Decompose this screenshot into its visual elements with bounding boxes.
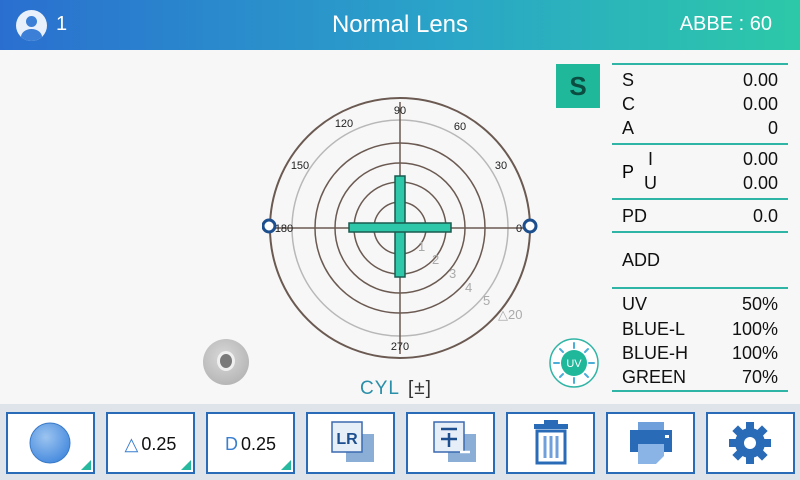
ring-label-3: 3 — [449, 266, 456, 281]
transmission-uv-value: 50% — [741, 294, 778, 314]
angle-label-270: 270 — [391, 341, 409, 353]
angle-label-60: 60 — [454, 121, 466, 133]
diopter-step-button[interactable]: D 0.25 — [206, 412, 295, 474]
divider — [612, 390, 788, 392]
reading-prism-up-label: U — [644, 173, 657, 193]
reading-c-value: 0.00 — [742, 94, 778, 114]
transmission-uv-label: UV — [622, 294, 648, 314]
transmission-green: GREEN 70% — [622, 367, 778, 389]
gear-icon — [729, 422, 771, 464]
mode-badge[interactable]: S — [556, 64, 600, 108]
angle-label-120: 120 — [335, 118, 353, 130]
divider — [612, 63, 788, 65]
diopter-step-value: 0.25 — [240, 434, 277, 454]
ring-label-5: 5 — [483, 293, 490, 308]
divider — [612, 287, 788, 289]
reading-s: S 0.00 — [622, 70, 778, 92]
reading-prism-in-label: I — [648, 149, 654, 169]
left-marker-icon — [262, 218, 277, 234]
transmission-uv: UV 50% — [622, 294, 778, 316]
prism-step-value: 0.25 — [141, 434, 177, 454]
reading-a: A 0 — [622, 118, 778, 140]
reading-prism-up-value: 0.00 — [742, 173, 778, 193]
reading-pd: PD 0.0 — [622, 206, 778, 228]
cyl-sign: [±] — [407, 378, 432, 399]
diopter-step-symbol: D — [224, 434, 238, 454]
plus-minus-icon — [433, 421, 476, 462]
reading-c-label: C — [622, 94, 635, 114]
angle-label-30: 30 — [495, 160, 507, 172]
bottom-toolbar: △ 0.25 D 0.25 LR — [0, 404, 800, 480]
uv-icon-label: UV — [566, 358, 582, 370]
ring-label-4: 4 — [465, 280, 472, 295]
reading-a-label: A — [622, 118, 635, 138]
reading-s-label: S — [622, 70, 635, 90]
transmission-blue-l: BLUE-L 100% — [622, 319, 778, 341]
polar-target-chart: 90 60 30 0 120 150 180 270 1 2 3 4 5 △20 — [262, 97, 538, 359]
reading-c: C 0.00 — [622, 94, 778, 116]
angle-label-0: 0 — [516, 223, 522, 235]
left-right-lens-button[interactable]: LR — [306, 412, 395, 474]
cyl-mode-toggle[interactable]: CYL [±] — [360, 378, 432, 400]
lr-icon: LR — [331, 421, 374, 462]
transmission-blue-l-value: 100% — [731, 319, 778, 339]
divider — [612, 231, 788, 233]
angle-label-150: 150 — [291, 160, 309, 172]
reading-prism-in-value: 0.00 — [742, 149, 778, 169]
reading-add[interactable]: ADD — [622, 250, 778, 272]
transmission-blue-h: BLUE-H 100% — [622, 343, 778, 365]
printer-icon — [630, 422, 672, 464]
print-button[interactable] — [606, 412, 695, 474]
prism-step-button[interactable]: △ 0.25 — [106, 412, 195, 474]
transmission-blue-h-value: 100% — [731, 343, 778, 363]
ring-label-1: 1 — [418, 239, 425, 254]
reading-prism-in: I 0.00 — [622, 149, 778, 171]
trash-icon — [534, 420, 568, 465]
reading-prism-up: U 0.00 — [622, 173, 778, 195]
prism-scale-label: △20 — [498, 307, 522, 322]
abbe-value[interactable]: ABBE : 60 — [680, 13, 772, 36]
reading-s-value: 0.00 — [742, 70, 778, 90]
cylinder-sign-button[interactable] — [406, 412, 495, 474]
transmission-green-value: 70% — [741, 367, 778, 387]
reading-pd-value: 0.0 — [752, 206, 778, 226]
prism-step-symbol: △ — [124, 434, 139, 454]
right-marker-icon — [522, 218, 538, 234]
top-bar: 1 Normal Lens ABBE : 60 — [0, 0, 800, 50]
lens-holder-icon[interactable] — [203, 339, 249, 385]
angle-label-180: 180 — [275, 223, 293, 235]
ring-label-2: 2 — [432, 252, 439, 267]
transmission-blue-h-label: BLUE-H — [622, 343, 689, 363]
reading-a-value: 0 — [767, 118, 778, 138]
angle-label-90: 90 — [394, 105, 406, 117]
uv-icon[interactable]: UV — [548, 337, 600, 389]
lr-icon-text: LR — [336, 431, 358, 448]
transmission-blue-l-label: BLUE-L — [622, 319, 686, 339]
transmission-green-label: GREEN — [622, 367, 687, 387]
settings-button[interactable] — [706, 412, 795, 474]
divider — [612, 143, 788, 145]
reading-add-label: ADD — [622, 250, 661, 270]
delete-button[interactable] — [506, 412, 595, 474]
reading-pd-label: PD — [622, 206, 648, 226]
lens-type-button[interactable] — [6, 412, 95, 474]
divider — [612, 198, 788, 200]
cyl-label: CYL — [360, 378, 400, 399]
